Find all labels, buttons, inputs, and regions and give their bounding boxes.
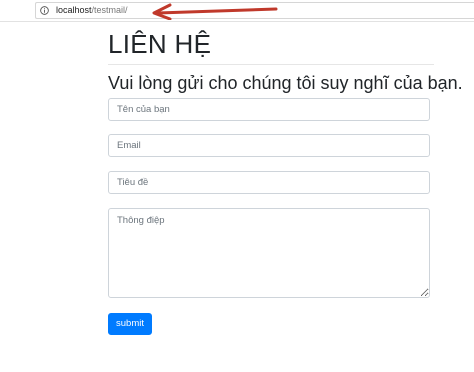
annotation-arrow-icon bbox=[152, 3, 278, 20]
browser-address-bar: localhost/testmail/ bbox=[0, 0, 474, 22]
email-input[interactable] bbox=[108, 134, 430, 157]
divider bbox=[108, 64, 434, 65]
subject-input[interactable] bbox=[108, 171, 430, 194]
submit-button[interactable]: submit bbox=[108, 313, 152, 335]
url-text[interactable]: localhost/testmail/ bbox=[56, 5, 128, 16]
url-path: /testmail/ bbox=[91, 5, 128, 15]
page-title: LIÊN HỆ bbox=[108, 29, 212, 59]
url-host: localhost bbox=[56, 5, 92, 15]
info-icon[interactable] bbox=[40, 6, 49, 15]
page-subtitle: Vui lòng gửi cho chúng tôi suy nghĩ của … bbox=[108, 73, 463, 93]
message-textarea[interactable] bbox=[108, 208, 430, 298]
name-input[interactable] bbox=[108, 98, 430, 121]
